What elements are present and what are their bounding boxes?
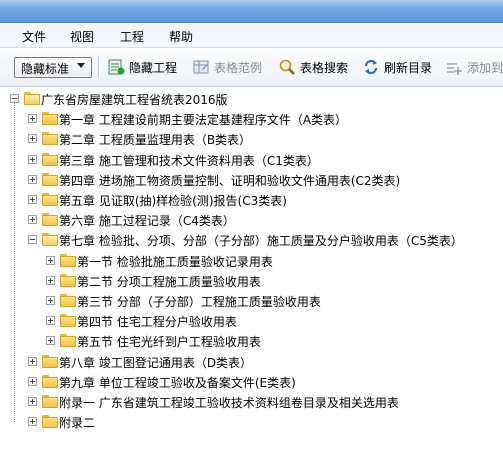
tree-connector-line — [14, 101, 15, 423]
tree-chapter[interactable]: 第七章 检验批、分项、分部（子分部）施工质量及分户验收用表（C5类表） — [0, 230, 503, 249]
folder-icon — [24, 92, 40, 105]
expand-toggle-icon[interactable] — [28, 154, 37, 164]
tree-chapter[interactable]: 第四章 进场施工物资质量控制、证明和验收文件通用表(C2类表) — [0, 170, 503, 189]
expand-toggle-icon[interactable] — [28, 397, 37, 406]
tree-node-label: 第五节 住宅光纤到户工程验收用表 — [77, 335, 261, 350]
hide-project-label: 隐藏工程 — [129, 60, 178, 75]
folder-icon — [42, 193, 58, 206]
tree-node-label: 第四章 进场施工物资质量控制、证明和验收文件通用表(C2类表) — [59, 173, 401, 188]
tree-chapter[interactable]: 第六章 施工过程记录（C4类表） — [0, 210, 503, 229]
table-search-button[interactable]: 表格搜索 — [278, 58, 348, 76]
tree-chapter[interactable]: 第一章 工程建设前期主要法定基建程序文件（A类表） — [0, 109, 503, 128]
expand-toggle-icon[interactable] — [46, 275, 55, 285]
tree-chapter[interactable]: 附录一 广东省建筑工程竣工验收技术资料组卷目录及相关选用表 — [0, 392, 503, 411]
tree-node-label: 第六章 施工过程记录（C4类表） — [59, 214, 235, 229]
titlebar-highlight — [0, 0, 503, 8]
tree-node-label: 第八章 竣工图登记通用表（D类表） — [59, 355, 253, 370]
expand-toggle-icon[interactable] — [28, 356, 37, 366]
expand-toggle-icon[interactable] — [46, 336, 55, 346]
refresh-catalog-button[interactable]: 刷新目录 — [362, 58, 432, 76]
expand-toggle-icon[interactable] — [46, 296, 55, 305]
folder-icon — [60, 253, 76, 267]
folder-icon — [42, 354, 58, 368]
menu-bar: 文件 视图 工程 帮助 — [0, 23, 503, 48]
tree-node-label: 附录二 — [59, 416, 96, 431]
expand-toggle-icon[interactable] — [28, 417, 37, 427]
folder-icon — [42, 152, 58, 166]
window-titlebar — [0, 0, 503, 23]
add-to-button[interactable]: 添加到 — [445, 58, 503, 76]
folder-icon — [42, 213, 58, 227]
table-sample-label: 表格范例 — [214, 60, 263, 75]
table-sample-button[interactable]: 表格范例 — [192, 58, 262, 76]
tree-section[interactable]: 第二节 分项工程施工质量验收用表 — [0, 271, 503, 290]
tree-node-label: 第四节 住宅工程分户验收用表 — [77, 315, 237, 330]
folder-icon — [42, 112, 58, 126]
expand-toggle-icon[interactable] — [28, 195, 37, 204]
add-to-label: 添加到 — [467, 60, 503, 75]
expand-toggle-icon[interactable] — [28, 376, 37, 386]
folder-icon — [42, 415, 58, 429]
standard-dropdown[interactable]: 隐藏标准 — [14, 57, 92, 78]
search-icon — [278, 58, 296, 76]
expand-toggle-icon[interactable] — [28, 114, 37, 124]
add-icon — [445, 58, 463, 76]
folder-icon — [42, 132, 58, 146]
tree-node-label: 第三章 施工管理和技术文件资料用表（C1类表） — [59, 153, 319, 168]
tree-chapter[interactable]: 第八章 竣工图登记通用表（D类表） — [0, 352, 503, 371]
tree-node-label: 第一章 工程建设前期主要法定基建程序文件（A类表） — [59, 113, 348, 128]
menu-file[interactable]: 文件 — [18, 27, 50, 46]
tree-node-label: 第五章 见证取(抽)样检验(测)报告(C3类表) — [59, 194, 287, 208]
menu-view[interactable]: 视图 — [66, 27, 98, 46]
tree-node-label: 第七章 检验批、分项、分部（子分部）施工质量及分户验收用表（C5类表） — [59, 234, 463, 249]
toolbar: 隐藏标准 隐藏工程 表格范例 表格搜索 刷新目录 添加到 — [0, 48, 503, 87]
table-search-label: 表格搜索 — [300, 60, 349, 75]
folder-icon — [60, 314, 76, 328]
collapse-toggle-icon[interactable] — [28, 235, 37, 245]
menu-project[interactable]: 工程 — [116, 27, 148, 46]
hide-project-icon — [107, 58, 125, 76]
tree-chapter[interactable]: 第九章 单位工程竣工验收及备案文件(E类表) — [0, 372, 503, 391]
folder-icon — [42, 374, 58, 388]
chevron-down-icon — [77, 63, 85, 68]
expand-toggle-icon[interactable] — [28, 215, 37, 225]
hide-project-button[interactable]: 隐藏工程 — [107, 58, 177, 76]
toolbar-separator — [98, 56, 100, 78]
tree-node-label: 第二章 工程质量监理用表（B类表） — [59, 133, 252, 148]
table-sample-icon — [192, 58, 210, 76]
folder-icon — [60, 334, 76, 348]
tree-node-label: 第九章 单位工程竣工验收及备案文件(E类表) — [59, 375, 296, 390]
tree-chapter[interactable]: 第三章 施工管理和技术文件资料用表（C1类表） — [0, 150, 503, 169]
folder-icon — [60, 294, 76, 307]
tree-section[interactable]: 第四节 住宅工程分户验收用表 — [0, 311, 503, 330]
tree-node-label: 第三节 分部（子分部）工程施工质量验收用表 — [77, 295, 321, 309]
tree-chapter[interactable]: 第二章 工程质量监理用表（B类表） — [0, 129, 503, 148]
folder-icon — [42, 395, 58, 408]
tree-node-label: 广东省房屋建筑工程省统表2016版 — [41, 93, 228, 107]
tree-section[interactable]: 第三节 分部（子分部）工程施工质量验收用表 — [0, 291, 503, 310]
tree-node-label: 第一节 检验批施工质量验收记录用表 — [77, 254, 273, 269]
refresh-catalog-label: 刷新目录 — [384, 60, 433, 75]
tree-chapter[interactable]: 第五章 见证取(抽)样检验(测)报告(C3类表) — [0, 190, 503, 209]
standard-dropdown-label: 隐藏标准 — [21, 62, 70, 76]
tree-root[interactable]: 广东省房屋建筑工程省统表2016版 — [0, 89, 503, 108]
tree-chapter[interactable]: 附录二 — [0, 412, 503, 431]
tree-section[interactable]: 第一节 检验批施工质量验收记录用表 — [0, 251, 503, 270]
expand-toggle-icon[interactable] — [28, 134, 37, 144]
expand-toggle-icon[interactable] — [46, 255, 55, 265]
refresh-icon — [362, 58, 380, 76]
folder-icon — [60, 273, 76, 287]
tree-node-label: 附录一 广东省建筑工程竣工验收技术资料组卷目录及相关选用表 — [59, 396, 399, 410]
folder-icon — [42, 172, 58, 186]
tree-section[interactable]: 第五节 住宅光纤到户工程验收用表 — [0, 331, 503, 350]
folder-icon — [42, 233, 58, 247]
expand-toggle-icon[interactable] — [28, 174, 37, 184]
tree-node-label: 第二节 分项工程施工质量验收用表 — [77, 274, 261, 289]
menu-help[interactable]: 帮助 — [165, 27, 197, 46]
catalog-tree: 广东省房屋建筑工程省统表2016版第一章 工程建设前期主要法定基建程序文件（A类… — [0, 87, 503, 453]
expand-toggle-icon[interactable] — [46, 316, 55, 326]
